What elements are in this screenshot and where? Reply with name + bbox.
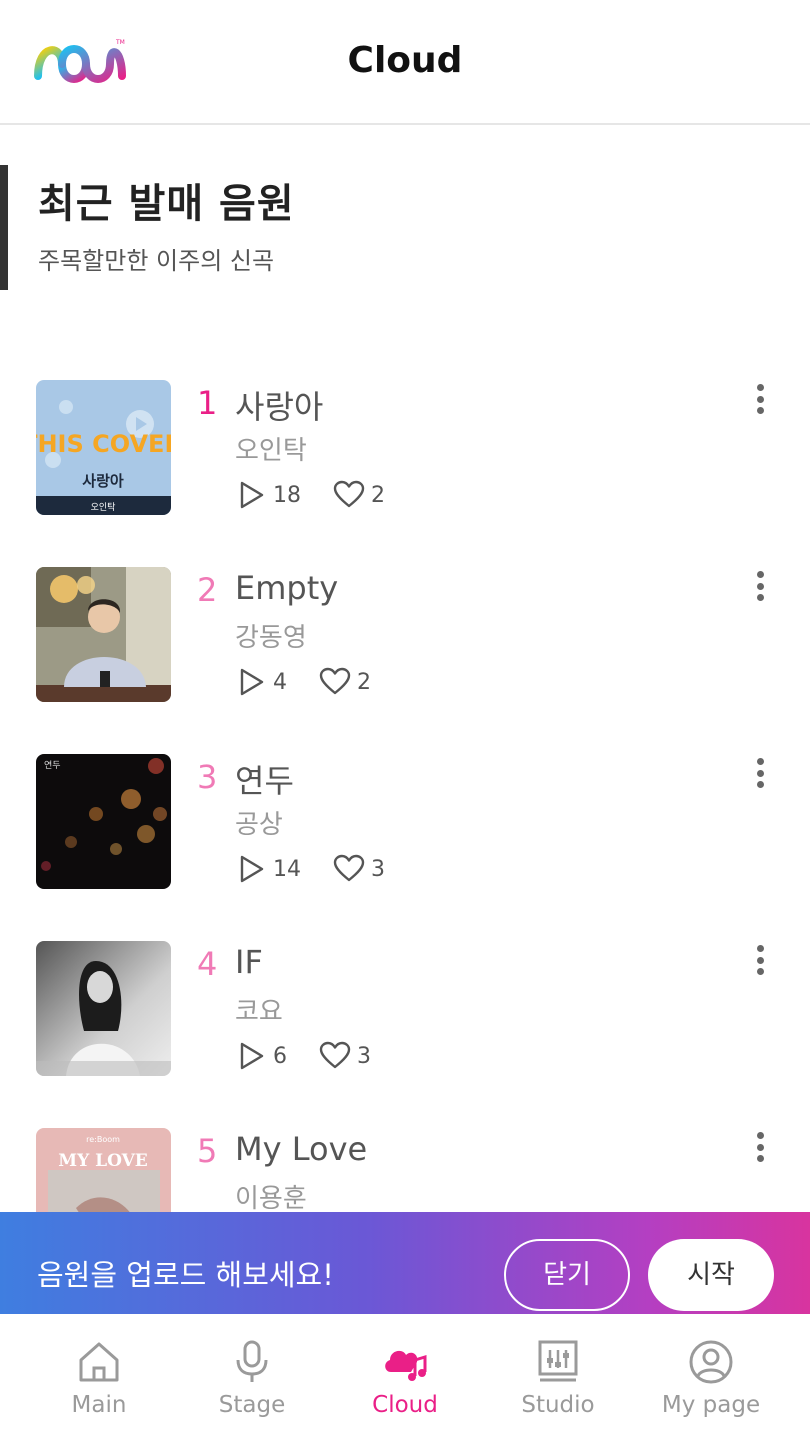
nav-label: Main [71, 1392, 127, 1418]
section-title: 최근 발매 음원 [38, 181, 295, 227]
section-heading: 최근 발매 음원 주목할만한 이주의 신곡 [0, 165, 810, 290]
nav-item-studio[interactable]: Studio [477, 1314, 639, 1440]
track-rank: 5 [197, 1132, 218, 1170]
header: TM Cloud [0, 0, 810, 125]
nav-item-cloud[interactable]: Cloud [324, 1314, 486, 1440]
track-artist[interactable]: 코요 [235, 991, 283, 1028]
banner-message: 음원을 업로드 해보세요! [37, 1258, 334, 1292]
track-artist[interactable]: 강동영 [235, 617, 307, 654]
like-count[interactable]: 3 [319, 1040, 371, 1072]
start-button[interactable]: 시작 [648, 1239, 774, 1311]
like-count-value: 3 [371, 856, 385, 882]
nav-item-main[interactable]: Main [18, 1314, 180, 1440]
more-options-icon[interactable] [748, 945, 772, 985]
more-options-icon[interactable] [748, 384, 772, 424]
track-rank: 2 [197, 571, 218, 609]
track-title[interactable]: My Love [235, 1130, 367, 1168]
track-artist[interactable]: 공상 [235, 804, 283, 841]
play-count: 14 [235, 853, 301, 885]
section-accent-bar [0, 165, 8, 290]
bottom-nav: Main Stage Cloud Studio My page [0, 1314, 810, 1440]
track-list: 오인탁 THIS COVER 사랑아 1 사랑아 오인탁 18 [0, 380, 810, 1315]
play-icon [240, 481, 264, 509]
track-title[interactable]: Empty [235, 569, 338, 607]
track-row[interactable]: 2 Empty 강동영 4 2 [0, 567, 810, 754]
play-count-value: 14 [273, 856, 301, 882]
track-rank: 1 [197, 384, 218, 422]
like-count-value: 3 [357, 1043, 371, 1069]
cover-title-text: THIS COVER [36, 430, 171, 458]
play-count: 6 [235, 1040, 287, 1072]
nav-item-mypage[interactable]: My page [630, 1314, 792, 1440]
user-circle-icon [689, 1340, 733, 1384]
play-icon [240, 855, 264, 883]
track-stats: 6 3 [235, 1039, 403, 1073]
nav-item-stage[interactable]: Stage [171, 1314, 333, 1440]
album-cover[interactable]: 연두 [36, 754, 171, 889]
play-count-value: 4 [273, 669, 287, 695]
like-count-value: 2 [357, 669, 371, 695]
app-root: TM Cloud 최근 발매 음원 주목할만한 이주의 신곡 오인탁 THI [0, 0, 810, 1440]
track-artist[interactable]: 오인탁 [235, 430, 307, 467]
play-count-value: 18 [273, 482, 301, 508]
cover-artist-text: 오인탁 [91, 501, 116, 513]
track-stats: 4 2 [235, 665, 403, 699]
home-icon [79, 1342, 119, 1382]
heart-icon [319, 1041, 351, 1069]
heart-icon [333, 480, 365, 508]
play-icon [240, 668, 264, 696]
close-button[interactable]: 닫기 [504, 1239, 630, 1311]
page-title: Cloud [347, 40, 463, 81]
heart-icon [319, 667, 351, 695]
track-title[interactable]: IF [235, 943, 263, 981]
nav-label: Studio [521, 1392, 595, 1418]
track-stats: 18 2 [235, 478, 417, 512]
more-options-icon[interactable] [748, 1132, 772, 1172]
like-count-value: 2 [371, 482, 385, 508]
play-icon [240, 1042, 264, 1070]
upload-banner: 음원을 업로드 해보세요! 닫기 시작 [0, 1212, 810, 1314]
track-row[interactable]: 오인탁 THIS COVER 사랑아 1 사랑아 오인탁 18 [0, 380, 810, 567]
album-cover[interactable]: 오인탁 THIS COVER 사랑아 [36, 380, 171, 515]
album-cover[interactable] [36, 567, 171, 702]
track-row[interactable]: 연두 3 연두 공상 14 3 [0, 754, 810, 941]
play-count: 4 [235, 666, 287, 698]
play-count-value: 6 [273, 1043, 287, 1069]
play-count: 18 [235, 479, 301, 511]
like-count[interactable]: 2 [319, 666, 371, 698]
track-row[interactable]: 4 IF 코요 6 3 [0, 941, 810, 1128]
cover-label-text: re:Boom [86, 1135, 120, 1144]
section-subtitle: 주목할만한 이주의 신곡 [38, 247, 275, 275]
track-rank: 3 [197, 758, 218, 796]
track-title[interactable]: 연두 [235, 756, 294, 802]
track-title[interactable]: 사랑아 [235, 382, 323, 428]
microphone-icon [236, 1340, 268, 1382]
nav-label: Cloud [372, 1392, 438, 1418]
cover-song-text: 사랑아 [82, 472, 124, 490]
studio-mixer-icon [538, 1340, 578, 1382]
like-count[interactable]: 2 [333, 479, 385, 511]
heart-icon [333, 854, 365, 882]
cover-text: 연두 [44, 760, 61, 771]
like-count[interactable]: 3 [333, 853, 385, 885]
track-rank: 4 [197, 945, 218, 983]
track-stats: 14 3 [235, 852, 417, 886]
track-artist[interactable]: 이용훈 [235, 1178, 307, 1215]
cloud-music-icon [385, 1350, 427, 1381]
album-cover[interactable] [36, 941, 171, 1076]
nav-label: Stage [218, 1392, 286, 1418]
nav-label: My page [661, 1392, 761, 1418]
cover-title-text: MY LOVE [58, 1151, 148, 1171]
more-options-icon[interactable] [748, 758, 772, 798]
more-options-icon[interactable] [748, 571, 772, 611]
